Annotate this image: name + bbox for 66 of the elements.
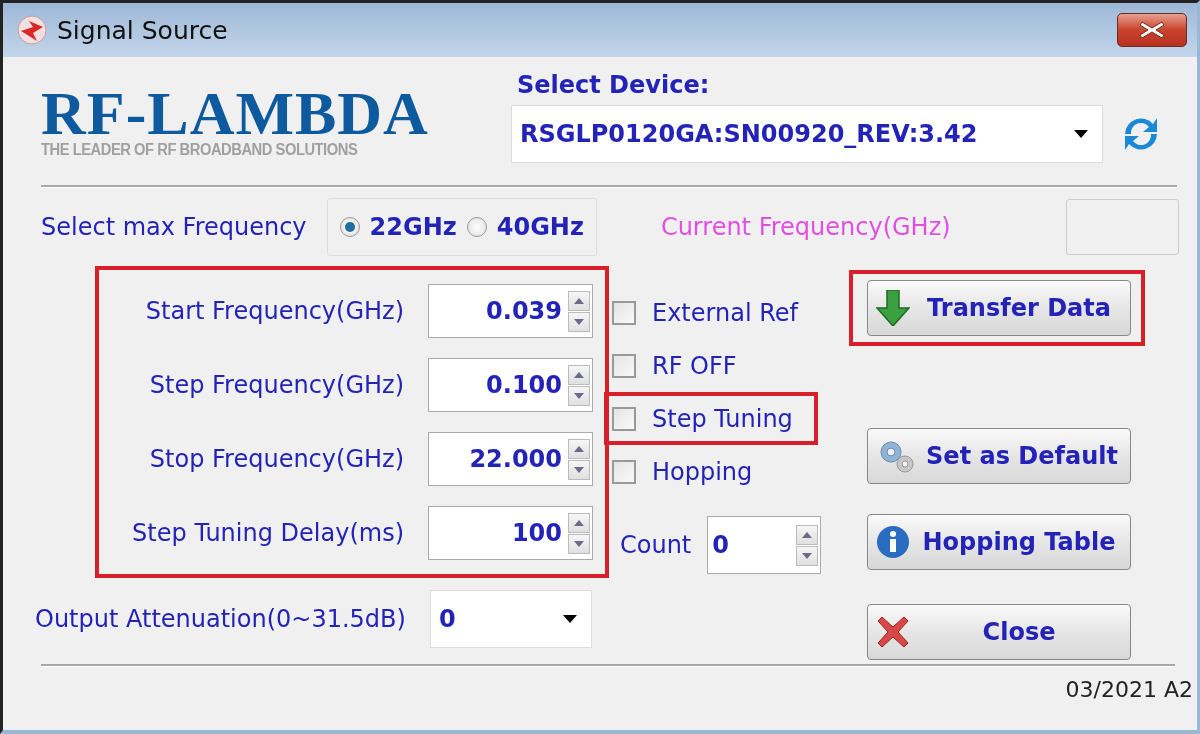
down-arrow-icon xyxy=(574,392,584,399)
down-arrow-icon xyxy=(574,466,584,473)
close-button[interactable] xyxy=(1117,13,1187,47)
field-label: Start Frequency(GHz) xyxy=(145,297,404,325)
device-dropdown[interactable]: RSGLP0120GA:SN00920_REV:3.42 xyxy=(511,105,1103,163)
field-label: Current Frequency(GHz) xyxy=(660,213,951,241)
version-text: 03/2021 A2 xyxy=(1065,677,1193,702)
spin-up-button[interactable] xyxy=(796,524,819,545)
field-label: Select max Frequency xyxy=(41,213,307,241)
action-button[interactable]: Hopping Table xyxy=(867,514,1131,570)
down-arrow-icon xyxy=(574,318,584,325)
spin-up-button[interactable] xyxy=(568,512,590,533)
checkbox[interactable] xyxy=(612,459,636,484)
checkbox[interactable] xyxy=(612,406,636,431)
up-arrow-icon xyxy=(574,297,584,304)
spin-field[interactable]: 0.039 xyxy=(428,284,593,338)
field-label: Count xyxy=(620,531,692,559)
up-arrow-icon xyxy=(574,519,584,526)
close-icon xyxy=(876,615,910,649)
spin-up-button[interactable] xyxy=(568,290,590,311)
action-button[interactable]: Transfer Data xyxy=(867,280,1131,336)
down-arrow-icon xyxy=(802,552,813,559)
up-arrow-icon xyxy=(574,371,584,378)
field-label: Step Frequency(GHz) xyxy=(149,371,404,399)
checkbox[interactable] xyxy=(612,353,636,378)
down-arrow-icon xyxy=(876,290,910,326)
spin-down-button[interactable] xyxy=(796,545,819,566)
field-label: Step Tuning Delay(ms) xyxy=(132,519,404,547)
attenuation-dropdown[interactable]: 0 xyxy=(429,590,592,648)
action-button[interactable]: Set as Default xyxy=(867,428,1131,484)
spin-field[interactable]: 0.100 xyxy=(428,358,593,412)
radio-option[interactable]: 22GHz xyxy=(339,213,457,241)
spin-field[interactable]: 100 xyxy=(428,506,593,560)
info-icon xyxy=(876,525,910,559)
radio-button[interactable] xyxy=(339,217,360,237)
window-title: Signal Source xyxy=(57,15,229,45)
spin-down-button[interactable] xyxy=(568,459,590,480)
down-arrow-icon xyxy=(574,540,584,547)
caret-icon xyxy=(1074,130,1088,138)
spin-down-button[interactable] xyxy=(568,533,590,554)
spin-field[interactable]: 22.000 xyxy=(428,432,593,486)
checkbox-label: Step Tuning xyxy=(652,404,793,433)
close-icon xyxy=(1139,21,1165,39)
spin-up-button[interactable] xyxy=(568,438,590,459)
spin-up-button[interactable] xyxy=(568,364,590,385)
logo: RF-LAMBDA xyxy=(41,85,430,141)
checkbox[interactable] xyxy=(612,300,636,325)
radio-option[interactable]: 40GHz xyxy=(466,213,584,241)
checkbox-label: RF OFF xyxy=(652,351,737,380)
checkbox-label: External Ref xyxy=(652,298,798,327)
logo-tagline: THE LEADER OF RF BROADBAND SOLUTIONS xyxy=(41,141,359,159)
field-label: Stop Frequency(GHz) xyxy=(149,445,404,473)
spin-field[interactable]: 0 xyxy=(707,516,822,574)
field-label: Output Attenuation(0~31.5dB) xyxy=(35,605,406,633)
app-icon xyxy=(17,15,47,45)
action-button[interactable]: Close xyxy=(867,604,1131,660)
spin-down-button[interactable] xyxy=(568,311,590,332)
radio-label: 22GHz xyxy=(369,213,457,241)
checkbox-label: Hopping xyxy=(652,457,753,486)
up-arrow-icon xyxy=(802,531,813,538)
caret-icon xyxy=(562,615,577,623)
radio-button[interactable] xyxy=(466,217,487,237)
radio-label: 40GHz xyxy=(496,213,584,241)
field-label: Select Device: xyxy=(516,71,711,99)
spin-down-button[interactable] xyxy=(568,385,590,406)
up-arrow-icon xyxy=(574,445,584,452)
